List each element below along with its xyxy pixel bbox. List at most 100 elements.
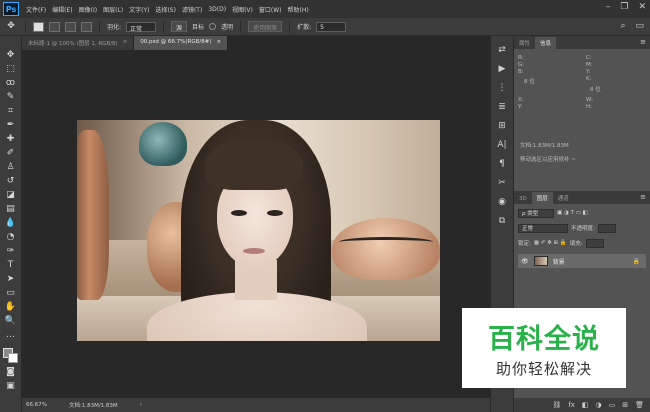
blend-mode-select[interactable]: 正常 (518, 223, 568, 233)
type-tool-icon[interactable]: T (4, 260, 18, 271)
add-selection-icon[interactable] (49, 21, 60, 32)
swatches-icon[interactable]: ⊞ (496, 120, 508, 132)
brush-tool-icon[interactable]: ✐ (4, 148, 18, 159)
panel-menu-icon[interactable]: ≡ (640, 193, 646, 201)
tab-close-icon[interactable]: × (217, 39, 222, 50)
opacity-label: 不透明度: (571, 226, 595, 232)
path-select-tool-icon[interactable]: ➤ (4, 274, 18, 285)
zoom-level[interactable]: 66.67% (26, 402, 47, 408)
zoom-tool-icon[interactable]: 🔍 (4, 316, 18, 327)
tab-close-icon[interactable]: × (123, 39, 128, 50)
lock-icon[interactable]: 🔒 (633, 258, 640, 265)
dodge-tool-icon[interactable]: ◔ (4, 232, 18, 243)
menu-3d[interactable]: 3D(D) (205, 6, 229, 13)
target-option[interactable]: 目标 (192, 22, 204, 31)
lasso-tool-icon[interactable]: ꝏ (4, 78, 18, 89)
menu-image[interactable]: 图像(I) (76, 5, 100, 14)
layer-kind-filter[interactable]: ρ 类型 (518, 208, 554, 218)
eraser-tool-icon[interactable]: ◪ (4, 190, 18, 201)
eyedropper-tool-icon[interactable]: ✒ (4, 120, 18, 131)
subtract-selection-icon[interactable] (65, 21, 76, 32)
bit-depth-left: 8 位 (524, 79, 535, 85)
quick-select-tool-icon[interactable]: ✎ (4, 92, 18, 103)
hand-tool-icon[interactable]: ✋ (4, 302, 18, 313)
filter-icons[interactable]: ▣ ◑ T ▭ ◧ (557, 210, 588, 216)
marquee-tool-icon[interactable]: ⬚ (4, 64, 18, 75)
lock-icons[interactable]: ▦ ✐ ✥ ⊞ 🔒 (534, 240, 567, 246)
menu-select[interactable]: 选择(S) (152, 5, 179, 14)
left-eye (231, 210, 247, 216)
gradient-tool-icon[interactable]: ▤ (4, 204, 18, 215)
photo-canvas[interactable] (77, 120, 440, 341)
tab-untitled-1[interactable]: 未标题-1 @ 100% (图层 1, RGB/8) × (22, 36, 135, 50)
close-icon[interactable]: ✕ (638, 2, 646, 12)
document-tabs: 未标题-1 @ 100% (图层 1, RGB/8) × 00.psd @ 66… (22, 36, 490, 50)
search-icon[interactable]: ⌕ (620, 21, 625, 31)
blur-tool-icon[interactable]: 💧 (4, 218, 18, 229)
vase-teal (139, 122, 187, 166)
actions-icon[interactable]: ▶ (496, 63, 508, 75)
tab-channels[interactable]: 通道 (553, 192, 574, 204)
delete-layer-icon[interactable]: 🗑 (635, 401, 644, 409)
adjustments-icon[interactable]: ⋮ (496, 82, 508, 94)
clone-stamp-tool-icon[interactable]: ♙ (4, 162, 18, 173)
new-layer-icon[interactable]: ⊞ (622, 401, 628, 409)
layer-name: 背景 (552, 258, 565, 266)
properties-icon[interactable]: ≣ (496, 101, 508, 113)
more-tools-icon[interactable]: … (4, 330, 18, 341)
link-layers-icon[interactable]: ⛓ (552, 401, 561, 409)
styles-icon[interactable]: ◉ (496, 196, 508, 208)
new-group-icon[interactable]: ▭ (609, 401, 616, 409)
eye-icon[interactable]: 👁 (521, 258, 529, 265)
pen-tool-icon[interactable]: ✑ (4, 246, 18, 257)
minimize-icon[interactable]: – (606, 2, 611, 12)
paragraph-icon[interactable]: ¶ (496, 158, 508, 170)
tab-00-psd[interactable]: 00.psd @ 66.7%(RGB/8#) × (134, 36, 229, 50)
menu-help[interactable]: 帮助(H) (285, 5, 312, 14)
workspace-icon[interactable]: ▭ (635, 21, 644, 31)
tool-presets-icon[interactable]: ✂ (496, 177, 508, 189)
layer-comps-icon[interactable]: ⧉ (496, 215, 508, 227)
patch-mode-select[interactable]: 正常 (126, 21, 157, 33)
character-icon[interactable]: A| (496, 139, 508, 151)
menu-edit[interactable]: 编辑(E) (49, 5, 75, 14)
transparent-checkbox[interactable] (209, 23, 217, 30)
menu-view[interactable]: 视图(V) (229, 5, 256, 14)
fill-input[interactable] (585, 238, 604, 248)
quick-mask-icon[interactable]: ◙ (4, 367, 18, 378)
status-arrow-icon[interactable]: › (140, 402, 142, 408)
screen-mode-icon[interactable]: ▣ (4, 381, 18, 392)
new-selection-icon[interactable] (33, 21, 44, 32)
opacity-input[interactable] (597, 223, 616, 233)
adjustment-layer-icon[interactable]: ◑ (596, 401, 602, 409)
healing-brush-tool-icon[interactable]: ✚ (4, 134, 18, 145)
panel-menu-icon[interactable]: ≡ (640, 38, 646, 46)
background-color-swatch[interactable] (7, 353, 18, 363)
color-swatches[interactable] (2, 348, 19, 364)
layer-mask-icon[interactable]: ◧ (582, 401, 589, 409)
intersect-selection-icon[interactable] (81, 21, 92, 32)
source-button[interactable]: 源 (171, 21, 188, 32)
expand-panels-icon[interactable]: ⇄ (496, 44, 508, 56)
menu-filter[interactable]: 滤镜(T) (179, 5, 205, 14)
canvas-area[interactable] (22, 50, 490, 398)
tab-properties[interactable]: 属性 (514, 37, 535, 49)
menu-file[interactable]: 文件(F) (23, 5, 49, 14)
patch-tool-preset-icon[interactable]: ✥ (4, 21, 18, 32)
history-brush-tool-icon[interactable]: ↺ (4, 176, 18, 187)
tab-info[interactable]: 信息 (535, 37, 557, 49)
menu-window[interactable]: 窗口(W) (256, 5, 285, 14)
menu-layer[interactable]: 图层(L) (100, 5, 126, 14)
menu-type[interactable]: 文字(Y) (126, 5, 152, 14)
use-pattern-button[interactable]: 使用图案 (248, 21, 283, 32)
info-panel-tabs: 属性 信息 ≡ (514, 36, 650, 49)
move-tool-icon[interactable]: ✥ (4, 50, 18, 61)
layer-style-icon[interactable]: fx (568, 401, 575, 409)
tab-3d[interactable]: 3D (514, 194, 532, 204)
shape-tool-icon[interactable]: ▭ (4, 288, 18, 299)
tab-layers[interactable]: 图层 (531, 192, 553, 204)
layer-row-background[interactable]: 👁 背景 🔒 (518, 254, 646, 268)
restore-icon[interactable]: ❐ (620, 2, 628, 12)
crop-tool-icon[interactable]: ⌗ (4, 106, 18, 117)
diffusion-select[interactable]: 5 (316, 21, 347, 32)
